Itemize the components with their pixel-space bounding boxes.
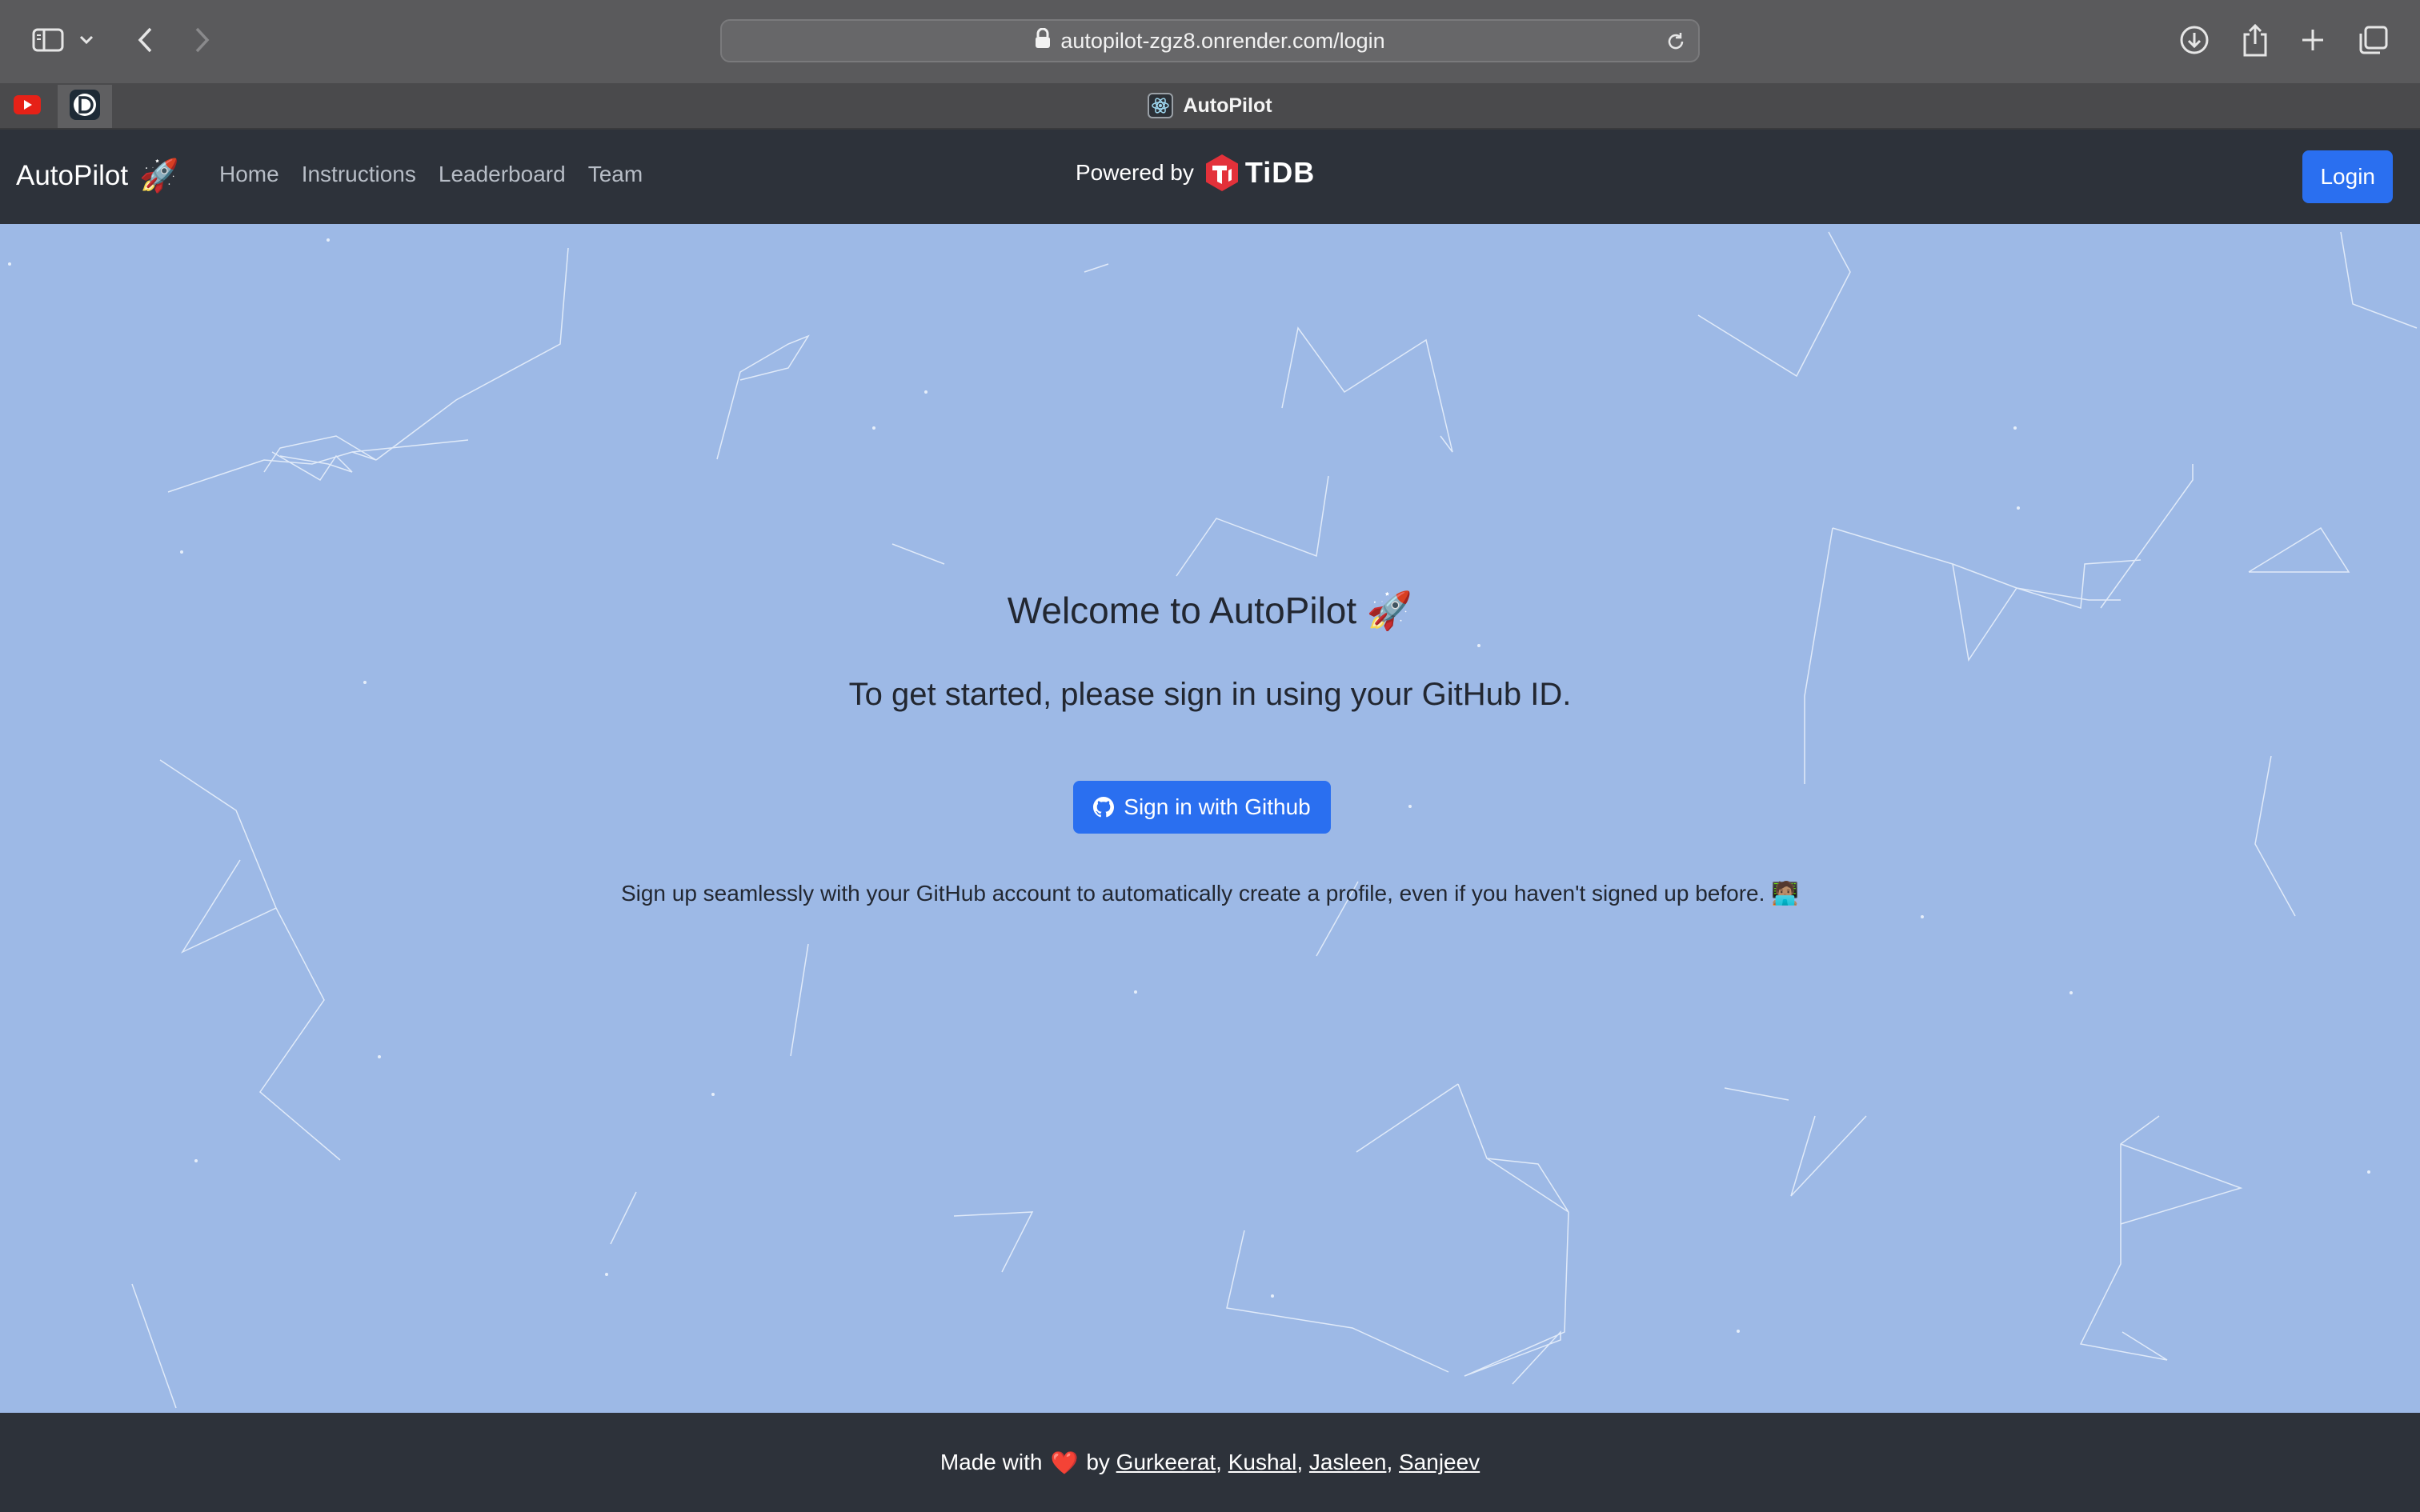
separator: ,: [1216, 1450, 1228, 1474]
nav-links: Home Instructions Leaderboard Team: [219, 162, 643, 187]
new-tab-icon[interactable]: [2294, 21, 2332, 59]
author-link-kushal[interactable]: Kushal: [1228, 1450, 1297, 1475]
nav-link-home[interactable]: Home: [219, 162, 279, 187]
author-link-sanjeev[interactable]: Sanjeev: [1399, 1450, 1480, 1475]
reload-icon[interactable]: [1665, 30, 1687, 58]
login-button[interactable]: Login: [2302, 150, 2393, 203]
separator: ,: [1296, 1450, 1309, 1474]
download-icon[interactable]: [2175, 21, 2214, 59]
nav-link-team[interactable]: Team: [588, 162, 643, 187]
sign-in-github-button[interactable]: Sign in with Github: [1073, 781, 1331, 834]
tidb-logo-icon: [1205, 154, 1238, 191]
tidb-logo[interactable]: TiDB: [1205, 154, 1315, 192]
forward-icon[interactable]: [182, 21, 221, 59]
nav-link-instructions[interactable]: Instructions: [302, 162, 416, 187]
sidebar-icon[interactable]: [29, 21, 67, 59]
heart-icon: ❤️: [1050, 1450, 1079, 1475]
powered-by-label: Powered by: [1076, 160, 1194, 185]
share-icon[interactable]: [2236, 21, 2274, 59]
footer-by: by: [1086, 1450, 1110, 1474]
login-main: Welcome to AutoPilot 🚀 To get started, p…: [0, 224, 2420, 1413]
url-text: autopilot-zgz8.onrender.com/login: [1060, 28, 1385, 53]
tab-bar: AutoPilot: [0, 83, 2420, 130]
browser-toolbar: autopilot-zgz8.onrender.com/login: [0, 0, 2420, 83]
app-navbar: AutoPilot 🚀 Home Instructions Leaderboar…: [0, 130, 2420, 224]
powered-by: Powered by TiDB: [1076, 154, 1315, 192]
brand[interactable]: AutoPilot 🚀: [16, 157, 179, 194]
active-tab[interactable]: AutoPilot: [0, 83, 2420, 128]
author-link-jasleen[interactable]: Jasleen: [1309, 1450, 1387, 1475]
signup-note: Sign up seamlessly with your GitHub acco…: [620, 881, 1800, 906]
tidb-wordmark: TiDB: [1244, 156, 1316, 189]
address-bar[interactable]: autopilot-zgz8.onrender.com/login: [720, 19, 1700, 62]
footer: Made with ❤️ by Gurkeerat, Kushal, Jasle…: [0, 1413, 2420, 1512]
footer-made-with: Made with: [940, 1450, 1043, 1474]
signin-instructions: To get started, please sign in using you…: [848, 677, 1572, 712]
tab-title: AutoPilot: [1183, 94, 1272, 117]
sign-in-github-label: Sign in with Github: [1124, 794, 1311, 819]
separator: ,: [1386, 1450, 1399, 1474]
lock-icon: [1035, 27, 1051, 54]
brand-name: AutoPilot: [16, 159, 129, 191]
react-icon: [1148, 93, 1174, 118]
welcome-heading: Welcome to AutoPilot 🚀: [1007, 590, 1413, 631]
author-link-gurkeerat[interactable]: Gurkeerat: [1116, 1450, 1216, 1475]
nav-link-leaderboard[interactable]: Leaderboard: [439, 162, 566, 187]
rocket-icon: 🚀: [139, 158, 179, 194]
github-icon: [1093, 797, 1115, 818]
tab-overview-icon[interactable]: [2354, 21, 2393, 59]
chevron-down-icon[interactable]: [74, 21, 99, 59]
back-icon[interactable]: [126, 21, 165, 59]
